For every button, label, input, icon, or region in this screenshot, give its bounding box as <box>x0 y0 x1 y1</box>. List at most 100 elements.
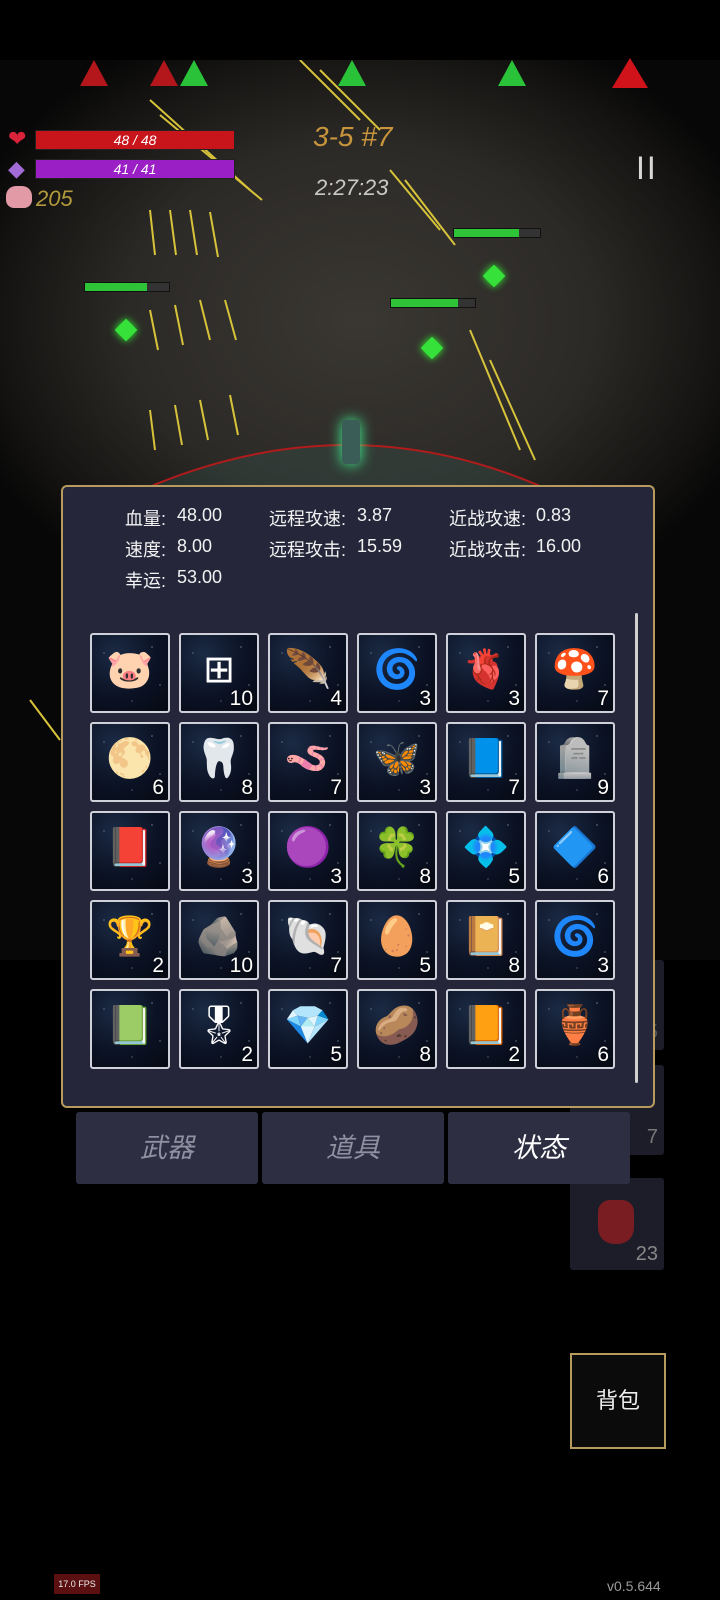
inventory-slot[interactable]: 📙 2 <box>446 989 526 1069</box>
enemy-indicator-green <box>498 60 526 86</box>
inventory-slot[interactable]: 📘 7 <box>446 722 526 802</box>
item-count: 5 <box>508 865 520 888</box>
inventory-slot[interactable]: 🌕 6 <box>90 722 170 802</box>
mana-bar: 41 / 41 <box>35 159 235 179</box>
item-count: 5 <box>419 954 431 977</box>
enemy-indicator-red <box>150 60 178 86</box>
inventory-slot[interactable]: 💎 5 <box>268 989 348 1069</box>
stat-ranged-speed-value: 3.87 <box>357 505 393 525</box>
inventory-slot[interactable]: 🦋 3 <box>357 722 437 802</box>
inventory-grid: 🐷 ⊞ 10 🪶 4 🌀 3 🫀 3 🍄 7 🌕 6 🦷 8 🪱 7 🦋 3 📘 7 🪦 9 📕 🔮 3 🟣 3 🍀 8 💠 5 🔷 6 🏆 2 🪨 10… <box>90 633 620 1073</box>
stat-melee-speed-value: 0.83 <box>536 505 572 525</box>
blue-spellbook-icon: 📗 <box>106 1005 154 1047</box>
dark-grimoire-icon: 📕 <box>106 827 154 869</box>
fps-counter: 17.0 FPS <box>54 1574 100 1594</box>
item-count: 2 <box>152 954 164 977</box>
inventory-slot[interactable]: 📕 <box>90 811 170 891</box>
inventory-slot[interactable]: 🍀 8 <box>357 811 437 891</box>
stat-ranged-attack-label: 远程攻击: <box>269 540 347 560</box>
stat-melee-speed-label: 近战攻速: <box>449 509 527 529</box>
pause-button[interactable]: II <box>636 150 658 187</box>
stat-luck-value: 53.00 <box>177 567 223 587</box>
item-count: 10 <box>229 687 253 710</box>
stat-luck-label: 幸运: <box>125 571 167 591</box>
enemy-indicator-red <box>80 60 108 86</box>
item-count: 6 <box>152 776 164 799</box>
inventory-slot[interactable]: 🪦 9 <box>535 722 615 802</box>
inventory-scrollbar[interactable] <box>635 613 638 1083</box>
inventory-slot[interactable]: 🪨 10 <box>179 900 259 980</box>
inventory-slot[interactable]: 🎖 2 <box>179 989 259 1069</box>
item-count: 3 <box>241 865 253 888</box>
enemy-health-bar <box>390 298 476 308</box>
stat-hp-label: 血量: <box>125 509 167 529</box>
inventory-slot[interactable]: 🪱 7 <box>268 722 348 802</box>
inventory-slot[interactable]: 📔 8 <box>446 900 526 980</box>
inventory-slot[interactable]: ⊞ 10 <box>179 633 259 713</box>
pig-coin-icon <box>6 186 32 208</box>
tab-weapons[interactable]: 武器 <box>76 1112 258 1184</box>
inventory-slot[interactable]: 🏆 2 <box>90 900 170 980</box>
stat-speed-value: 8.00 <box>177 536 213 556</box>
stat-melee-attack-label: 近战攻击: <box>449 540 527 560</box>
item-count: 7 <box>330 776 342 799</box>
item-count: 4 <box>330 687 342 710</box>
item-count: 6 <box>597 865 609 888</box>
mana-crystal-icon: ◆ <box>8 156 25 181</box>
enemy-indicator-green <box>338 60 366 86</box>
item-count: 3 <box>330 865 342 888</box>
stage-label: 3-5 #7 <box>313 121 393 152</box>
potion-icon <box>598 1200 634 1244</box>
enemy-indicator-red <box>612 58 648 88</box>
item-count: 7 <box>508 776 520 799</box>
stat-speed-label: 速度: <box>125 540 167 560</box>
inventory-slot[interactable]: 🌀 3 <box>357 633 437 713</box>
inventory-slot[interactable]: 🟣 3 <box>268 811 348 891</box>
item-count: 3 <box>419 776 431 799</box>
inventory-slot[interactable]: 📗 <box>90 989 170 1069</box>
item-count: 5 <box>330 1043 342 1066</box>
backpack-button[interactable]: 背包 <box>570 1353 666 1449</box>
enemy-health-bar <box>84 282 170 292</box>
item-count: 3 <box>508 687 520 710</box>
inventory-slot[interactable]: 💠 5 <box>446 811 526 891</box>
inventory-slot[interactable]: 🏺 6 <box>535 989 615 1069</box>
inventory-slot[interactable]: 🥔 8 <box>357 989 437 1069</box>
health-bar: 48 / 48 <box>35 130 235 150</box>
inventory-slot[interactable]: 🔮 3 <box>179 811 259 891</box>
stat-melee-attack-value: 16.00 <box>536 536 582 556</box>
inventory-slot[interactable]: 🫀 3 <box>446 633 526 713</box>
inventory-slot[interactable]: 🔷 6 <box>535 811 615 891</box>
item-count: 8 <box>419 1043 431 1066</box>
piggy-bank-icon: 🐷 <box>106 649 154 691</box>
item-count: 2 <box>508 1043 520 1066</box>
player-character <box>342 420 360 464</box>
potion-slot[interactable]: 23 <box>570 1178 664 1270</box>
item-count: 7 <box>330 954 342 977</box>
tab-status[interactable]: 状态 <box>448 1112 630 1184</box>
item-count: 8 <box>419 865 431 888</box>
run-timer: 2:27:23 <box>315 175 389 200</box>
item-count: 8 <box>508 954 520 977</box>
item-count: 3 <box>597 954 609 977</box>
inventory-slot[interactable]: 🐷 <box>90 633 170 713</box>
quick-slot-count: 7 <box>646 1126 658 1148</box>
item-count: 10 <box>229 954 253 977</box>
version-label: v0.5.644 <box>607 1578 661 1594</box>
potion-count: 23 <box>635 1243 658 1265</box>
enemy-indicator-green <box>180 60 208 86</box>
inventory-slot[interactable]: 🍄 7 <box>535 633 615 713</box>
status-panel: 血量: 48.00 速度: 8.00 幸运: 53.00 远程攻速: 3.87 … <box>61 485 655 1108</box>
inventory-slot[interactable]: 🪶 4 <box>268 633 348 713</box>
stat-ranged-attack-value: 15.59 <box>357 536 403 556</box>
inventory-slot[interactable]: 🐚 7 <box>268 900 348 980</box>
inventory-slot[interactable]: 🥚 5 <box>357 900 437 980</box>
stat-hp-value: 48.00 <box>177 505 223 525</box>
item-count: 7 <box>597 687 609 710</box>
gold-counter: 205 <box>36 186 73 211</box>
item-count: 9 <box>597 776 609 799</box>
inventory-slot[interactable]: 🌀 3 <box>535 900 615 980</box>
item-count: 3 <box>419 687 431 710</box>
inventory-slot[interactable]: 🦷 8 <box>179 722 259 802</box>
tab-items[interactable]: 道具 <box>262 1112 444 1184</box>
